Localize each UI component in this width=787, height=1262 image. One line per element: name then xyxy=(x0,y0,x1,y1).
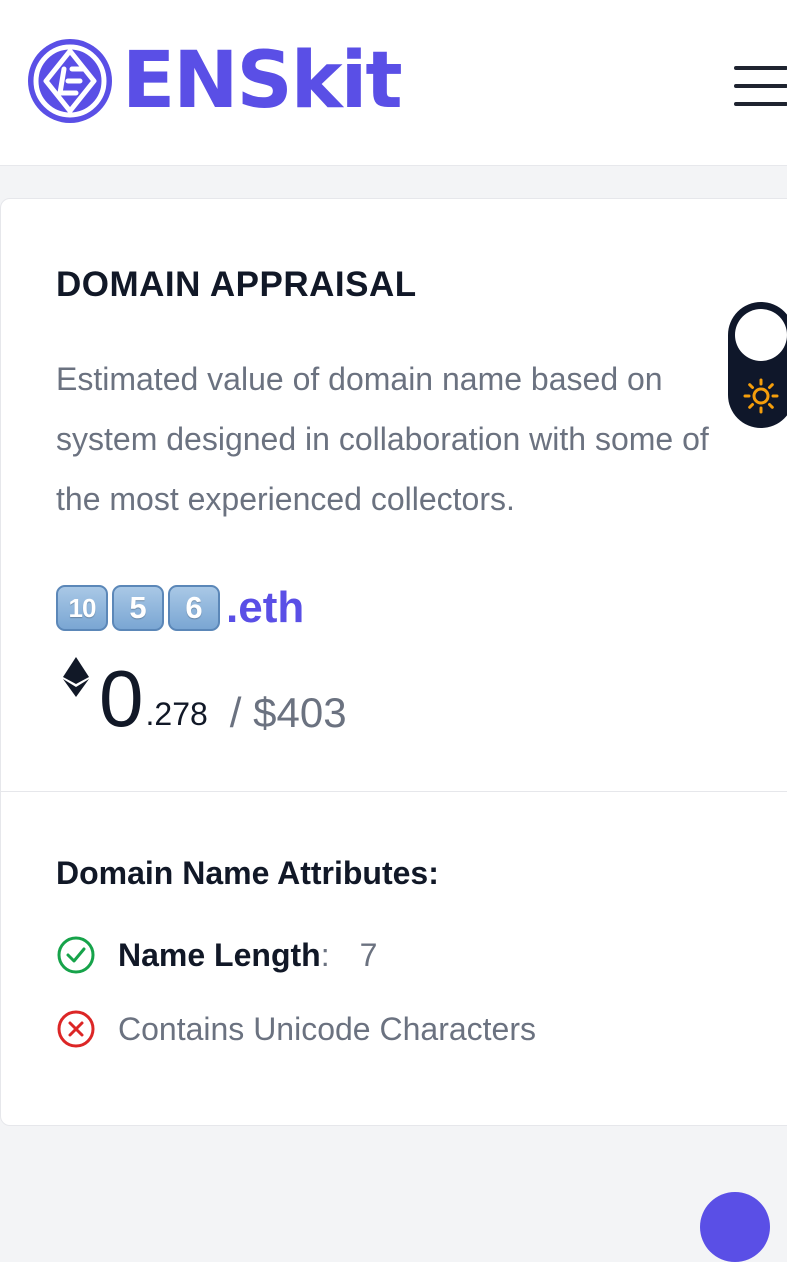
price-eth-decimal: .278 xyxy=(145,696,208,732)
attribute-name-length: Name Length : 7 xyxy=(56,933,377,977)
app-header: ENSkit xyxy=(0,0,787,166)
divider xyxy=(1,791,787,792)
ethereum-icon xyxy=(63,657,89,697)
attribute-value: 7 xyxy=(359,936,378,973)
domain-name: 10 5 6 .eth xyxy=(56,583,304,633)
hamburger-menu-icon xyxy=(734,66,787,70)
brand-name: ENSkit xyxy=(122,36,403,126)
x-circle-icon xyxy=(57,1010,95,1048)
attribute-label: Name Length xyxy=(118,936,321,973)
keycap-6: 6 xyxy=(168,585,220,631)
keycap-5: 5 xyxy=(112,585,164,631)
check-circle-icon xyxy=(57,936,95,974)
price-usd: / $403 xyxy=(229,689,347,736)
brand-logo[interactable]: ENSkit xyxy=(28,36,403,126)
attributes-heading: Domain Name Attributes: xyxy=(56,855,439,891)
theme-toggle[interactable] xyxy=(728,302,787,428)
attribute-unicode: Contains Unicode Characters xyxy=(56,1007,536,1051)
floating-action-button[interactable] xyxy=(700,1192,770,1262)
enskit-logo-icon xyxy=(28,39,112,123)
toggle-knob xyxy=(735,309,787,361)
domain-appraisal-card: DOMAIN APPRAISAL Estimated value of doma… xyxy=(0,198,787,1126)
appraised-price: 0 .278 / $403 xyxy=(63,649,347,739)
attribute-separator: : xyxy=(320,936,330,973)
card-description: Estimated value of domain name based on … xyxy=(56,361,709,517)
price-eth-integer: 0 xyxy=(99,654,144,743)
keycap-10: 10 xyxy=(56,585,108,631)
menu-button[interactable] xyxy=(734,66,787,106)
domain-tld: .eth xyxy=(226,583,305,632)
card-title: DOMAIN APPRAISAL xyxy=(56,265,417,304)
attribute-label: Contains Unicode Characters xyxy=(118,1010,536,1047)
sun-icon xyxy=(743,378,779,414)
